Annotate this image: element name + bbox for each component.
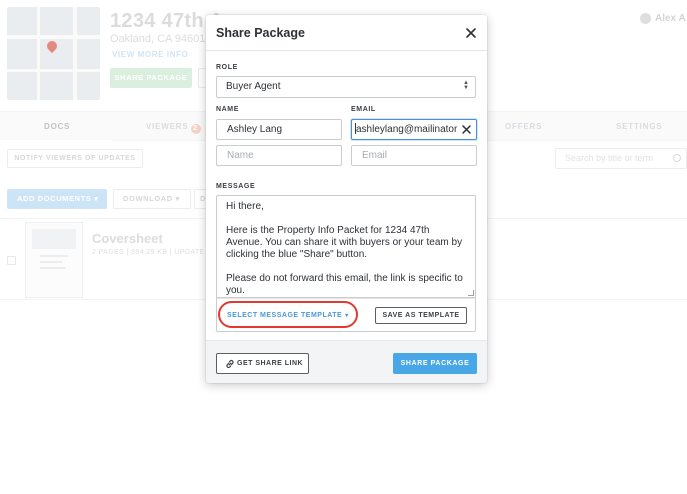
email-field[interactable]: ashleylang@mailinator — [351, 119, 477, 140]
share-package-dialog: Share Package ROLE Buyer Agent ▲ ▼ NAME E… — [206, 15, 487, 383]
dialog-header: Share Package — [206, 15, 487, 51]
message-paragraph: Here is the Property Info Packet for 123… — [226, 225, 463, 260]
close-icon[interactable] — [463, 25, 479, 41]
role-label: ROLE — [216, 64, 238, 71]
name-field-empty[interactable]: Name — [216, 145, 342, 166]
select-arrows-icon: ▲ ▼ — [463, 80, 469, 91]
role-select[interactable]: Buyer Agent ▲ ▼ — [216, 76, 476, 98]
chevron-down-icon: ▾ — [345, 313, 349, 319]
clear-input-icon[interactable] — [460, 123, 473, 136]
select-message-template-button[interactable]: SELECT MESSAGE TEMPLATE ▾ — [227, 312, 349, 319]
message-label: MESSAGE — [216, 183, 256, 190]
resize-handle[interactable] — [468, 290, 474, 296]
dialog-footer: GET SHARE LINK SHARE PACKAGE — [206, 340, 487, 383]
email-field-empty[interactable]: Email — [351, 145, 477, 166]
save-as-template-button[interactable]: SAVE AS TEMPLATE — [375, 307, 467, 324]
message-textarea[interactable]: Hi there, Here is the Property Info Pack… — [216, 195, 476, 298]
link-icon — [226, 359, 234, 369]
email-label: EMAIL — [351, 106, 376, 113]
share-package-button[interactable]: SHARE PACKAGE — [393, 353, 477, 374]
get-share-link-button[interactable]: GET SHARE LINK — [216, 353, 309, 374]
message-toolbar: SELECT MESSAGE TEMPLATE ▾ SAVE AS TEMPLAT… — [216, 298, 476, 332]
message-paragraph: Hi there, — [226, 201, 264, 212]
name-label: NAME — [216, 106, 240, 113]
message-paragraph: Please do not forward this email, the li… — [226, 273, 463, 296]
role-selected-value: Buyer Agent — [226, 81, 281, 92]
dialog-title: Share Package — [216, 26, 305, 40]
name-field[interactable]: Ashley Lang — [216, 119, 342, 140]
email-field-value: ashleylang@mailinator — [356, 124, 458, 135]
